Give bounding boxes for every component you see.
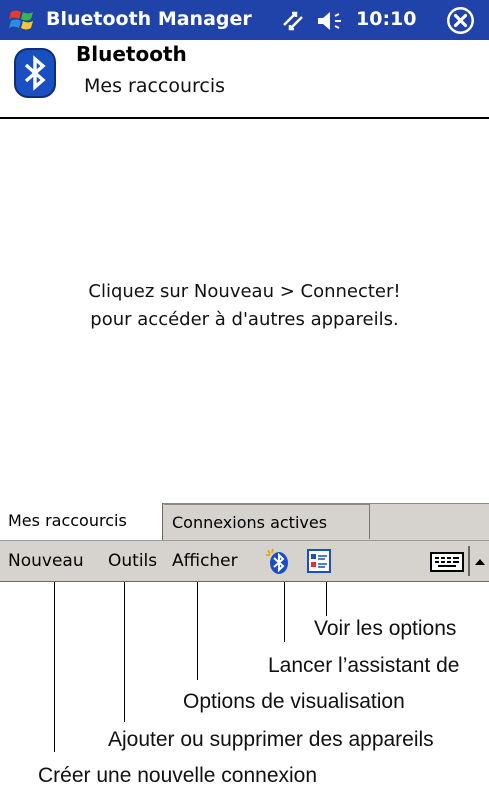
tab-mes-raccourcis[interactable]: Mes raccourcis	[0, 503, 163, 540]
callout-line-options	[326, 582, 327, 616]
view-options-icon[interactable]	[306, 548, 332, 574]
volume-icon[interactable]	[316, 10, 346, 32]
header-divider	[0, 117, 489, 119]
bluetooth-wizard-icon[interactable]	[264, 547, 290, 575]
callout-line-afficher	[197, 582, 198, 680]
callout-add-remove: Ajouter ou supprimer des appareils	[108, 728, 434, 751]
callout-new-connection: Créer une nouvelle connexion	[38, 764, 318, 787]
bluetooth-icon	[24, 55, 46, 91]
callout-view-options: Voir les options	[314, 617, 457, 640]
header-title: Bluetooth	[76, 42, 187, 66]
app-header: Bluetooth Mes raccourcis	[0, 40, 489, 118]
title-bar: Bluetooth Manager 10:10	[0, 0, 489, 40]
connectivity-icon[interactable]	[280, 9, 306, 31]
tab-bar: Mes raccourcis Connexions actives	[0, 503, 489, 540]
menu-nouveau[interactable]: Nouveau	[8, 551, 84, 571]
callout-line-wizard	[284, 582, 285, 642]
empty-state-message: Cliquez sur Nouveau > Connecter! pour ac…	[0, 278, 489, 334]
windows-start-icon[interactable]	[8, 6, 38, 34]
close-icon	[447, 7, 474, 34]
command-bar-separator	[468, 546, 470, 576]
bluetooth-logo	[14, 48, 56, 98]
menu-outils[interactable]: Outils	[108, 551, 157, 571]
callout-display-options: Options de visualisation	[183, 690, 405, 713]
command-bar: Nouveau Outils Afficher	[0, 540, 489, 582]
menu-afficher[interactable]: Afficher	[172, 551, 238, 571]
input-panel-arrow-icon[interactable]	[474, 557, 486, 567]
close-button[interactable]	[447, 7, 474, 34]
clock[interactable]: 10:10	[356, 8, 416, 30]
callout-line-nouveau	[54, 582, 55, 752]
message-line-2: pour accéder à d'autres appareils.	[90, 309, 399, 330]
callout-wizard: Lancer l’assistant de	[268, 654, 460, 677]
window-title: Bluetooth Manager	[46, 8, 252, 30]
tab-connexions-actives[interactable]: Connexions actives	[164, 504, 370, 539]
header-subtitle: Mes raccourcis	[84, 75, 226, 97]
keyboard-icon[interactable]	[430, 551, 464, 573]
message-line-1: Cliquez sur Nouveau > Connecter!	[88, 281, 401, 302]
callout-line-outils	[124, 582, 125, 722]
